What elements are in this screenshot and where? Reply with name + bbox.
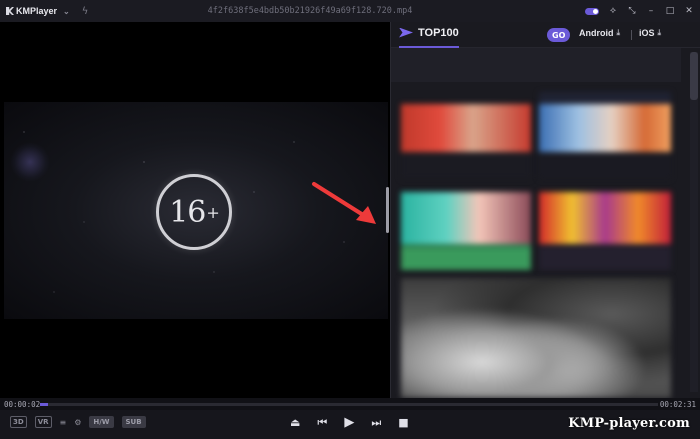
android-label: Android <box>579 28 614 38</box>
top100-title: TOP100 <box>418 26 459 39</box>
current-time: 00:00:02 <box>4 400 41 409</box>
window-controls: ⟡ ⤡ – □ ✕ <box>585 0 694 22</box>
age-rating-plus: + <box>206 202 219 222</box>
file-name: 4f2f638f5e4bdb50b21926f49a69f128.720.mp4 <box>207 6 413 16</box>
control-bar: 3D VR ≡ ⚙ H/W SUB ⏏ ⏮ ▶ ⏭ ■ KMP-player.c… <box>0 410 700 439</box>
age-rating-badge: 16 + <box>156 174 232 250</box>
play-icon[interactable]: ▶ <box>344 415 354 430</box>
red-arrow-icon <box>312 182 376 224</box>
title-bar: KMPlayer ⌄ ϟ 4f2f638f5e4bdb50b21926f49a6… <box>0 0 700 22</box>
previous-icon[interactable]: ⏮ <box>317 416 327 430</box>
download-icon: ⤓ <box>616 28 621 37</box>
video-thumbnail-card[interactable] <box>539 92 671 179</box>
3d-mode-button[interactable]: 3D <box>10 416 27 428</box>
top100-panel: TOP100 GO Android ⤓ iOS ⤓ <box>390 22 700 398</box>
playlist-icon[interactable]: ≡ <box>60 418 67 427</box>
close-icon[interactable]: ✕ <box>684 6 694 16</box>
android-download-link[interactable]: Android ⤓ <box>579 28 620 38</box>
video-area[interactable]: 16 + <box>0 22 390 398</box>
vr-mode-button[interactable]: VR <box>34 416 52 428</box>
scrollbar-thumb[interactable] <box>690 52 698 100</box>
seek-bar-fill <box>40 403 49 406</box>
thumbnail-image <box>401 192 531 244</box>
light-halo <box>10 142 50 182</box>
thumbnail-image <box>401 104 531 152</box>
panel-resize-handle[interactable] <box>386 187 389 233</box>
top100-logo-icon <box>399 27 413 38</box>
playback-controls: ⏏ ⏮ ▶ ⏭ ■ <box>290 415 409 430</box>
next-icon[interactable]: ⏭ <box>371 416 381 430</box>
thumbnail-image <box>539 192 671 244</box>
eject-icon[interactable]: ⏏ <box>290 416 300 429</box>
video-thumbnail-card[interactable] <box>401 192 531 270</box>
ios-download-link[interactable]: iOS ⤓ <box>639 28 661 38</box>
thumbnail-caption <box>401 152 531 179</box>
age-rating-number: 16 <box>169 194 206 230</box>
watermark: KMP-player.com <box>568 416 690 431</box>
divider <box>631 30 632 40</box>
settings-gear-icon[interactable]: ⚙ <box>74 418 81 427</box>
video-thumbnail-card[interactable] <box>401 278 671 398</box>
video-thumbnail-card[interactable] <box>539 192 671 270</box>
minimize-icon[interactable]: – <box>646 6 656 16</box>
download-icon: ⤓ <box>657 28 662 37</box>
notice-banner <box>391 48 681 82</box>
hw-decoder-button[interactable]: H/W <box>89 416 114 428</box>
tab-top100[interactable]: TOP100 <box>399 22 459 48</box>
seek-bar[interactable] <box>40 403 658 406</box>
thumbnail-image <box>539 104 671 152</box>
seek-row: 00:00:02 00:02:31 <box>0 398 700 410</box>
panel-scrollbar[interactable] <box>690 52 698 392</box>
panel-header: TOP100 GO Android ⤓ iOS ⤓ <box>391 22 700 48</box>
compact-mode-icon[interactable]: ⤡ <box>627 6 637 16</box>
thumbnail-caption <box>401 248 531 270</box>
subtitle-button[interactable]: SUB <box>121 416 146 428</box>
video-thumbnail-card[interactable] <box>401 104 531 179</box>
go-button[interactable]: GO <box>547 28 571 42</box>
thumbnail-caption <box>539 152 671 179</box>
toggle-switch[interactable] <box>585 7 599 15</box>
maximize-icon[interactable]: □ <box>665 6 675 16</box>
stop-icon[interactable]: ■ <box>398 416 408 429</box>
thumbnail-image <box>401 278 671 398</box>
total-time: 00:02:31 <box>659 400 696 409</box>
left-controls: 3D VR ≡ ⚙ H/W SUB <box>10 416 146 428</box>
thumbnail-caption <box>539 248 671 270</box>
pin-icon[interactable]: ⟡ <box>608 6 618 16</box>
ios-label: iOS <box>639 28 655 38</box>
